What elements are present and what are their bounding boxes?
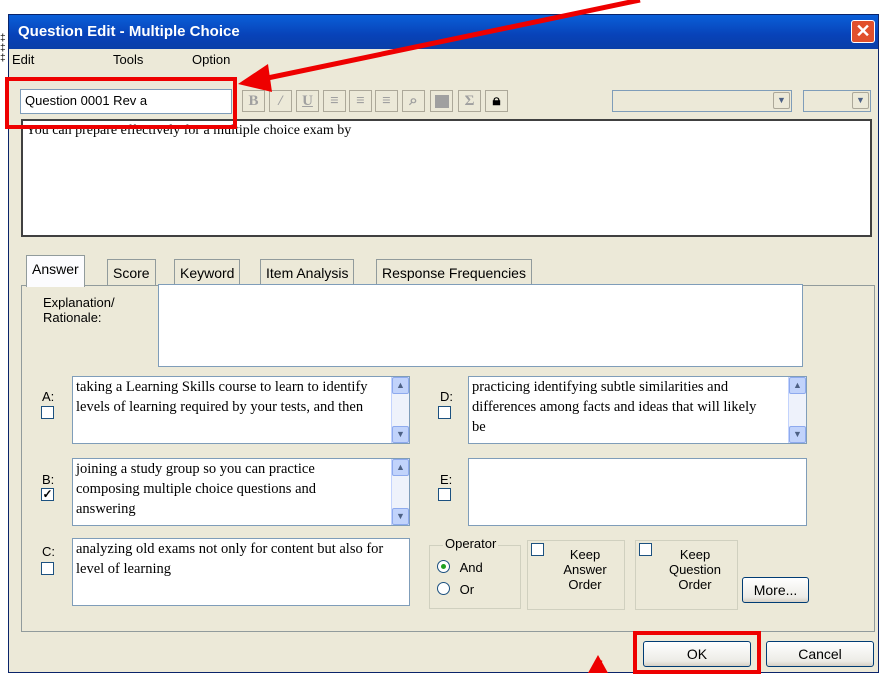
answer-e-checkbox[interactable]: [438, 488, 451, 501]
answer-c-letter: C:: [42, 544, 55, 559]
scroll-down-icon[interactable]: ▼: [789, 426, 806, 443]
menu-tools[interactable]: Tools: [113, 52, 143, 67]
align-left-icon: ≡: [330, 93, 339, 109]
keep-question-order-label: Keep Question Order: [668, 547, 722, 592]
underline-button[interactable]: U: [296, 90, 319, 112]
answer-b-text: joining a study group so you can practic…: [76, 461, 317, 517]
find-button[interactable]: ⌕: [402, 90, 425, 112]
italic-button[interactable]: /: [269, 90, 292, 112]
keep-answer-order-checkbox[interactable]: [531, 543, 544, 556]
align-left-button[interactable]: ≡: [323, 90, 346, 112]
color-button[interactable]: [430, 90, 453, 112]
answer-c-field[interactable]: analyzing old exams not only for content…: [72, 538, 410, 606]
answer-d-scrollbar[interactable]: ▲ ▼: [788, 377, 806, 443]
magnifier-icon: ⌕: [409, 93, 418, 109]
operator-and-radio[interactable]: And: [437, 559, 483, 575]
tab-item-analysis[interactable]: Item Analysis: [260, 259, 355, 285]
answer-c-text: analyzing old exams not only for content…: [76, 541, 384, 577]
keep-question-order-checkbox[interactable]: [639, 543, 652, 556]
answer-e-field[interactable]: [468, 458, 807, 526]
answer-a-letter: A:: [42, 389, 55, 404]
answer-a-scrollbar[interactable]: ▲ ▼: [391, 377, 409, 443]
close-icon: ✕: [855, 21, 871, 41]
lock-icon: 🔒︎: [492, 93, 501, 109]
tab-response-frequencies[interactable]: Response Frequencies: [376, 259, 532, 285]
answer-b-checkbox[interactable]: ✓: [41, 488, 54, 501]
answer-d-field[interactable]: practicing identifying subtle similariti…: [468, 376, 807, 444]
answer-d-text: practicing identifying subtle similariti…: [472, 379, 757, 435]
chevron-down-icon: ▼: [773, 92, 790, 109]
menu-edit[interactable]: Edit: [12, 52, 34, 67]
align-center-icon: ≡: [356, 93, 365, 109]
answer-a-text: taking a Learning Skills course to learn…: [76, 379, 368, 415]
operator-label: Operator: [443, 536, 499, 551]
more-button[interactable]: More...: [742, 577, 809, 603]
align-center-button[interactable]: ≡: [349, 90, 372, 112]
answer-e-letter: E:: [440, 472, 453, 487]
operator-group: [429, 545, 521, 609]
operator-or-radio[interactable]: Or: [437, 581, 474, 597]
explanation-label: Explanation/ Rationale:: [43, 295, 115, 325]
highlight-ok-button: [633, 631, 761, 674]
lock-button[interactable]: 🔒︎: [485, 90, 508, 112]
italic-icon: /: [278, 93, 283, 109]
window-title: Question Edit - Multiple Choice: [18, 23, 240, 40]
radio-selected-icon: [437, 560, 450, 573]
answer-b-scrollbar[interactable]: ▲ ▼: [391, 459, 409, 525]
align-right-button[interactable]: ≡: [375, 90, 398, 112]
tab-keyword[interactable]: Keyword: [174, 259, 241, 285]
tab-score[interactable]: Score: [107, 259, 156, 285]
checkmark-icon: ✓: [42, 487, 53, 501]
font-name-select[interactable]: ▼: [612, 90, 792, 112]
highlight-question-id: [5, 77, 237, 129]
keep-answer-order-label: Keep Answer Order: [563, 547, 607, 592]
explanation-field[interactable]: [158, 284, 803, 367]
answer-b-letter: B:: [42, 472, 55, 487]
title-bar: Question Edit - Multiple Choice ✕: [9, 15, 878, 49]
bold-icon: B: [248, 93, 259, 109]
cancel-button[interactable]: Cancel: [766, 641, 874, 667]
operator-and-label: And: [459, 560, 483, 575]
scroll-up-icon[interactable]: ▲: [392, 377, 409, 394]
close-button[interactable]: ✕: [851, 20, 875, 43]
radio-empty-icon: [437, 582, 450, 595]
answer-b-field[interactable]: joining a study group so you can practic…: [72, 458, 410, 526]
operator-or-label: Or: [459, 582, 475, 597]
answer-c-checkbox[interactable]: [41, 562, 54, 575]
question-text-area[interactable]: You can prepare effectively for a multip…: [21, 119, 872, 237]
tab-answer[interactable]: Answer: [26, 255, 85, 287]
menu-option[interactable]: Option: [192, 52, 230, 67]
chevron-down-icon: ▼: [852, 92, 869, 109]
edge-marker: ‡ ‡ ‡: [0, 33, 6, 64]
answer-a-checkbox[interactable]: [41, 406, 54, 419]
answer-d-letter: D:: [440, 389, 453, 404]
sigma-icon: Σ: [464, 93, 475, 109]
scroll-down-icon[interactable]: ▼: [392, 508, 409, 525]
bold-button[interactable]: B: [242, 90, 265, 112]
scroll-up-icon[interactable]: ▲: [789, 377, 806, 394]
font-size-select[interactable]: ▼: [803, 90, 871, 112]
underline-icon: U: [302, 93, 313, 109]
symbol-button[interactable]: Σ: [458, 90, 481, 112]
answer-a-field[interactable]: taking a Learning Skills course to learn…: [72, 376, 410, 444]
answer-d-checkbox[interactable]: [438, 406, 451, 419]
scroll-down-icon[interactable]: ▼: [392, 426, 409, 443]
color-block-icon: [434, 95, 449, 108]
scroll-up-icon[interactable]: ▲: [392, 459, 409, 476]
question-edit-dialog: Question Edit - Multiple Choice ✕ Edit T…: [5, 14, 879, 674]
align-right-icon: ≡: [382, 93, 391, 109]
